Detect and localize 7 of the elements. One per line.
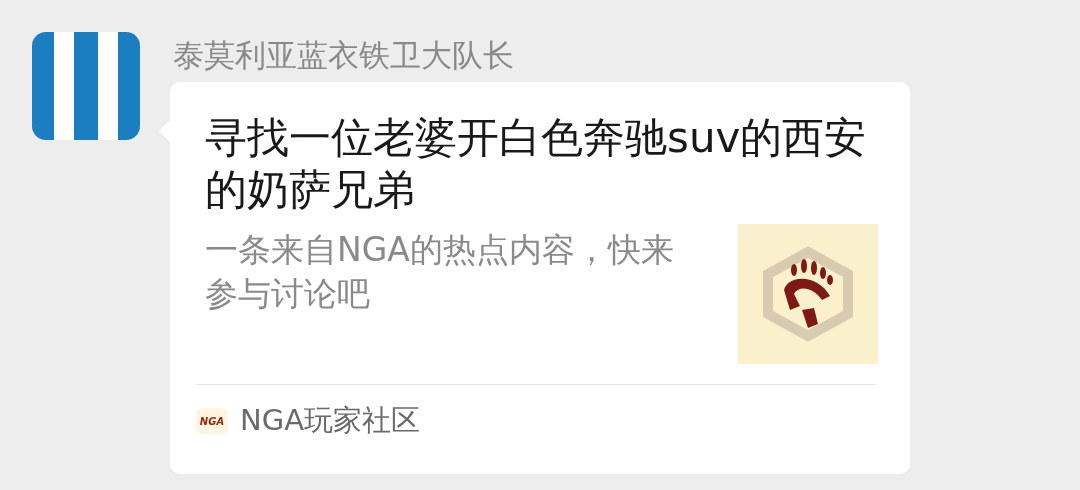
card-title: 寻找一位老婆开白色奔驰suv的西安的奶萨兄弟 [205, 112, 868, 216]
source-name: NGA玩家社区 [240, 402, 420, 439]
card-description: 一条来自NGA的热点内容，快来参与讨论吧 [205, 229, 675, 315]
avatar-icon[interactable] [32, 32, 140, 140]
source-logo: NGA [196, 408, 228, 434]
link-card[interactable]: 寻找一位老婆开白色奔驰suv的西安的奶萨兄弟 一条来自NGA的热点内容，快来参与讨论吧 NGA NGA玩家社区 [170, 82, 910, 474]
sender-name: 泰莫利亚蓝衣铁卫大队长 [173, 38, 515, 72]
